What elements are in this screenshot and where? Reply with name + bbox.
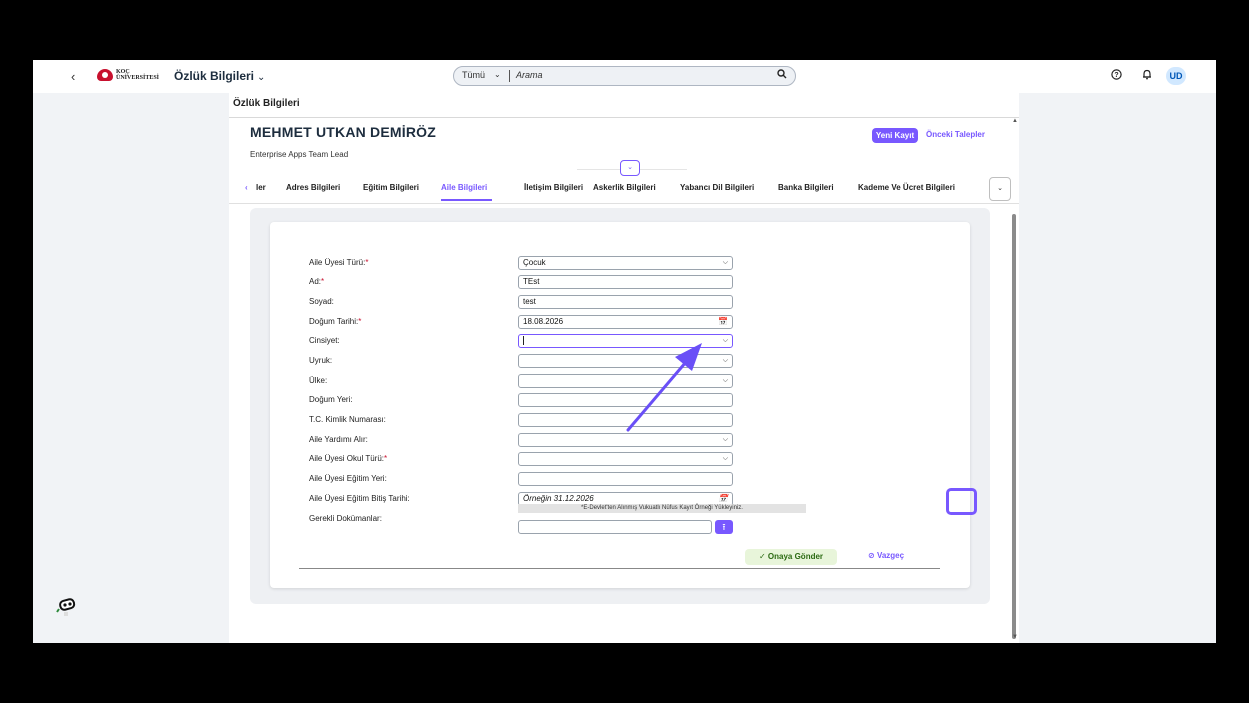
collapse-header-button[interactable]: ⌄	[620, 160, 640, 176]
tab-education[interactable]: Eğitim Bilgileri	[363, 183, 419, 192]
tab-military[interactable]: Askerlik Bilgileri	[593, 183, 656, 192]
search-scope-select[interactable]: Tümü	[462, 70, 485, 80]
main-page: Özlük Bilgileri MEHMET UTKAN DEMİRÖZ Ent…	[229, 93, 1019, 643]
app-title: Özlük Bilgileri	[174, 69, 255, 83]
svg-text:?: ?	[1114, 72, 1118, 79]
new-record-button[interactable]: Yeni Kayıt	[872, 128, 918, 143]
tab-address[interactable]: Adres Bilgileri	[286, 183, 340, 192]
employee-title: Enterprise Apps Team Lead	[250, 150, 349, 159]
logo-text-line2: ÜNİVERSİTESİ	[116, 75, 160, 81]
back-icon[interactable]: ‹	[71, 69, 75, 84]
avatar[interactable]: UD	[1166, 67, 1186, 85]
tab-partial[interactable]: ler	[256, 183, 266, 192]
page-header: Özlük Bilgileri	[229, 93, 1019, 118]
vertical-scrollbar[interactable]: ▲ ▼	[1012, 118, 1018, 642]
university-logo[interactable]: KOÇ ÜNİVERSİTESİ	[97, 69, 159, 81]
logo-text: KOÇ ÜNİVERSİTESİ	[116, 69, 159, 81]
annotation-arrow-icon	[626, 343, 702, 432]
bell-icon[interactable]	[1142, 69, 1152, 83]
logo-mark-icon	[97, 69, 113, 81]
search-input[interactable]: Arama	[516, 70, 543, 80]
form-area: Aile Üyesi Türü:* Çocuk ⌵ Ad:* TEst Soyad…	[250, 208, 990, 604]
previous-requests-button[interactable]: Önceki Talepler	[926, 130, 985, 139]
tab-contact[interactable]: İletişim Bilgileri	[524, 183, 583, 192]
tab-grade-salary[interactable]: Kademe Ve Ücret Bilgileri	[858, 183, 955, 192]
search-separator	[509, 70, 510, 82]
tabs-prev-icon[interactable]: ‹	[245, 183, 248, 192]
help-icon[interactable]: ?	[1111, 69, 1122, 83]
tab-bank[interactable]: Banka Bilgileri	[778, 183, 834, 192]
scroll-down-icon[interactable]: ▼	[1012, 634, 1018, 640]
tab-bar: ‹ ler Adres Bilgileri Eğitim Bilgileri A…	[229, 177, 1019, 204]
employee-name: MEHMET UTKAN DEMİRÖZ	[250, 124, 436, 140]
tab-language[interactable]: Yabancı Dil Bilgileri	[680, 183, 754, 192]
scroll-thumb[interactable]	[1012, 214, 1016, 639]
tab-family[interactable]: Aile Bilgileri	[441, 183, 487, 192]
scroll-up-icon[interactable]: ▲	[1012, 118, 1018, 124]
chatbot-icon[interactable]	[55, 597, 77, 619]
active-tab-indicator	[441, 199, 492, 201]
app-screen: ‹ KOÇ ÜNİVERSİTESİ Özlük Bilgileri ⌄ Tümü…	[33, 60, 1216, 643]
chevron-down-icon[interactable]: ⌄	[494, 70, 501, 79]
tabs-overflow-button[interactable]: ⌄	[989, 177, 1011, 201]
search-icon[interactable]	[777, 69, 787, 82]
page-title: Özlük Bilgileri	[233, 98, 300, 109]
app-title-menu[interactable]: Özlük Bilgileri ⌄	[174, 69, 265, 83]
search-bar: Tümü ⌄ Arama	[453, 66, 796, 86]
chevron-down-icon: ⌄	[257, 72, 266, 83]
family-form-card: Aile Üyesi Türü:* Çocuk ⌵ Ad:* TEst Soyad…	[270, 222, 977, 588]
shellbar: ‹ KOÇ ÜNİVERSİTESİ Özlük Bilgileri ⌄ Tümü…	[33, 60, 1216, 93]
